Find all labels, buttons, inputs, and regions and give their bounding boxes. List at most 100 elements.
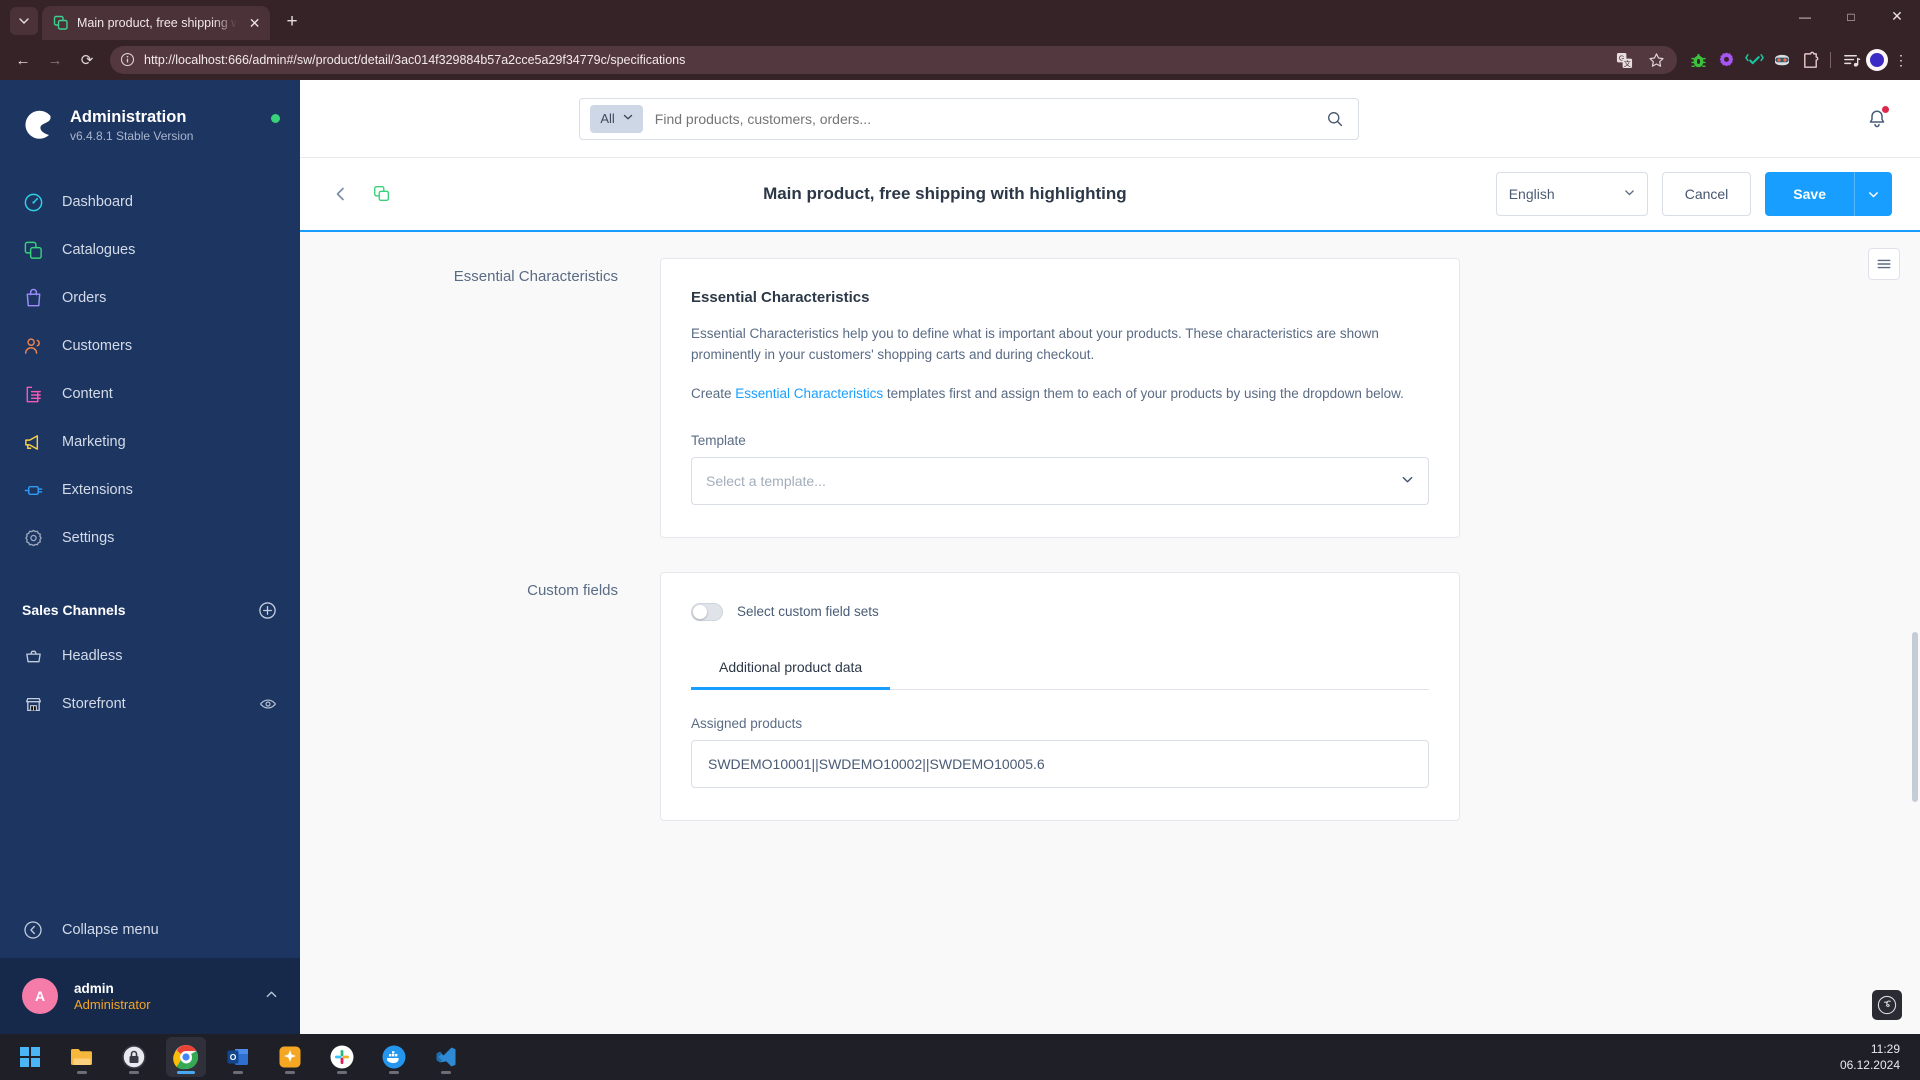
marketing-icon (22, 431, 44, 453)
sidebar-item-headless[interactable]: Headless (0, 632, 300, 680)
address-bar[interactable]: http://localhost:666/admin#/sw/product/d… (110, 46, 1677, 74)
taskbar-running-indicator (441, 1071, 451, 1074)
close-icon[interactable]: ✕ (245, 13, 264, 33)
star-icon[interactable] (1643, 47, 1669, 73)
cancel-button[interactable]: Cancel (1661, 172, 1752, 216)
kebab-menu-icon[interactable]: ⋮ (1890, 53, 1912, 67)
global-search: All (579, 97, 1360, 140)
sidebar-item-customers[interactable]: Customers (0, 322, 300, 370)
star-app-icon[interactable] (270, 1037, 310, 1077)
assigned-products-label: Assigned products (691, 715, 803, 731)
back-icon[interactable]: ← (8, 45, 38, 75)
outlook-icon[interactable]: O (218, 1037, 258, 1077)
chevron-left-icon[interactable] (328, 181, 354, 207)
card-title: Essential Characteristics (691, 289, 870, 306)
sidebar-item-marketing[interactable]: Marketing (0, 418, 300, 466)
template-placeholder: Select a template... (706, 472, 826, 489)
orders-icon (22, 287, 44, 309)
custom-field-sets-toggle[interactable] (691, 602, 723, 621)
sidebar-item-dashboard[interactable]: Dashboard (0, 178, 300, 226)
keepass-icon[interactable] (114, 1037, 154, 1077)
symfony-profiler-icon[interactable] (1872, 990, 1902, 1020)
tab-search-button[interactable] (10, 7, 38, 35)
sidebar-item-label: Headless (62, 648, 123, 664)
storefront-icon (22, 693, 44, 715)
user-name: admin (74, 980, 114, 996)
page-content: Essential Characteristics Essential Char… (300, 232, 1920, 1034)
url-text: http://localhost:666/admin#/sw/product/d… (144, 53, 686, 67)
product-duplicate-icon[interactable] (370, 182, 394, 206)
search-scope-dropdown[interactable]: All (590, 104, 643, 133)
search-box[interactable]: All (579, 97, 1360, 140)
windows-taskbar: O 11:29 06.12.2024 (0, 1034, 1920, 1080)
reload-icon[interactable]: ⟳ (72, 45, 102, 75)
new-tab-button[interactable]: + (278, 8, 306, 36)
bell-icon[interactable] (1862, 104, 1892, 134)
profile-avatar[interactable] (1866, 49, 1888, 71)
sidebar-item-storefront[interactable]: Storefront (0, 680, 300, 728)
plus-circle-icon[interactable] (256, 599, 278, 621)
essential-characteristics-row: Essential Characteristics Essential Char… (300, 258, 1920, 538)
sidebar-toggle-icon[interactable] (1868, 248, 1900, 280)
main-area: All Find products, customers, orders... … (300, 80, 1920, 1034)
puzzle-extension-icon[interactable] (1797, 47, 1823, 73)
translate-icon[interactable]: G 文 (1611, 47, 1637, 73)
sidebar-header[interactable]: Administration v6.4.8.1 Stable Version (0, 80, 300, 158)
search-input[interactable] (654, 110, 1313, 127)
language-select[interactable]: English (1495, 172, 1648, 216)
search-scope-label: All (600, 111, 615, 126)
section-label-essential: Essential Characteristics (453, 268, 618, 285)
tab-additional-product-data[interactable]: Additional product data (691, 659, 891, 690)
chrome-icon[interactable] (166, 1037, 206, 1077)
browser-chrome: Main product, free shipping wit ✕ + — □ … (0, 0, 1920, 80)
slack-icon[interactable] (322, 1037, 362, 1077)
bug-extension-icon[interactable] (1685, 47, 1711, 73)
assigned-products-input[interactable] (691, 739, 1429, 788)
minimize-button[interactable]: — (1782, 0, 1828, 33)
sidebar-item-extensions[interactable]: Extensions (0, 466, 300, 514)
taskbar-active-indicator (177, 1071, 195, 1074)
browser-tab[interactable]: Main product, free shipping wit ✕ (42, 6, 270, 40)
forward-icon[interactable]: → (40, 45, 70, 75)
robot-extension-icon[interactable] (1769, 47, 1795, 73)
customers-icon (22, 335, 44, 357)
windows-start-icon[interactable] (10, 1037, 50, 1077)
template-select[interactable]: Select a template... (691, 456, 1429, 505)
basket-icon (22, 645, 44, 667)
taskbar-running-indicator (233, 1071, 243, 1074)
chevron-up-icon[interactable] (265, 988, 278, 1004)
sidebar-nav: Dashboard Catalogues Orders Customers Co… (0, 178, 300, 562)
notification-badge (1881, 105, 1889, 113)
collapse-menu-button[interactable]: Collapse menu (0, 902, 300, 958)
avatar: A (22, 978, 58, 1014)
essential-characteristics-link[interactable]: Essential Characteristics (735, 386, 883, 401)
site-info-icon[interactable] (120, 52, 136, 68)
svg-text:O: O (230, 1052, 237, 1062)
docker-icon[interactable] (374, 1037, 414, 1077)
chevron-down-icon (1401, 473, 1414, 489)
taskbar-running-indicator (389, 1071, 399, 1074)
file-explorer-icon[interactable] (62, 1037, 102, 1077)
gear-extension-icon[interactable] (1713, 47, 1739, 73)
taskbar-clock[interactable]: 11:29 06.12.2024 (1840, 1041, 1910, 1073)
maximize-button[interactable]: □ (1828, 0, 1874, 33)
vscode-icon[interactable] (426, 1037, 466, 1077)
catalogues-icon (22, 239, 44, 261)
toolbar-divider (1830, 52, 1831, 68)
search-icon[interactable] (1324, 108, 1346, 130)
checkmark-extension-icon[interactable] (1741, 47, 1767, 73)
collapse-menu-label: Collapse menu (62, 922, 159, 938)
save-button[interactable]: Save (1765, 172, 1854, 216)
save-options-chevron-down-icon[interactable] (1854, 172, 1892, 216)
svg-text:文: 文 (1623, 59, 1630, 68)
scrollbar-thumb[interactable] (1912, 632, 1918, 802)
sidebar-item-orders[interactable]: Orders (0, 274, 300, 322)
eye-icon[interactable] (258, 694, 278, 714)
user-menu[interactable]: A admin Administrator (0, 958, 300, 1034)
content-scrollbar[interactable] (1910, 232, 1920, 1034)
sidebar-item-content[interactable]: Content (0, 370, 300, 418)
sidebar-item-catalogues[interactable]: Catalogues (0, 226, 300, 274)
reading-list-icon[interactable] (1838, 47, 1864, 73)
sidebar-item-settings[interactable]: Settings (0, 514, 300, 562)
window-close-button[interactable]: ✕ (1874, 0, 1920, 33)
